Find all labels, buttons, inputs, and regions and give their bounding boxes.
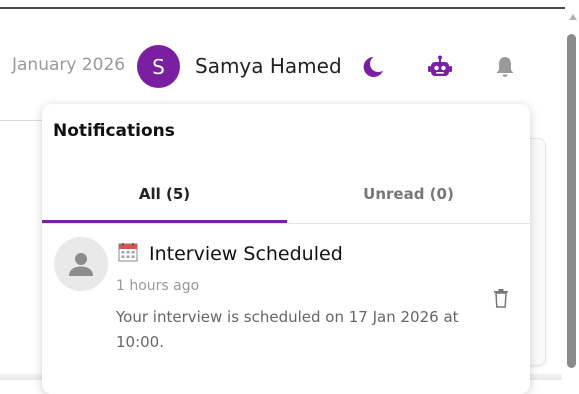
current-date: January 2026	[12, 55, 126, 75]
tab-all-label: All (5)	[138, 185, 191, 203]
notification-body: Your interview is scheduled on 17 Jan 20…	[116, 308, 459, 351]
calendar-icon	[118, 242, 138, 262]
scrollbar-thumb[interactable]	[567, 34, 576, 368]
top-border	[0, 7, 565, 9]
notifications-panel: Notifications All (5) Unread (0) Intervi…	[42, 104, 530, 394]
tabs-divider	[42, 223, 530, 224]
tab-unread[interactable]: Unread (0)	[287, 164, 530, 224]
page-divider	[0, 120, 45, 121]
person-icon	[69, 253, 93, 276]
user-name[interactable]: Samya Hamed	[195, 54, 342, 78]
user-avatar[interactable]: S	[137, 45, 180, 88]
tab-unread-label: Unread (0)	[363, 185, 454, 203]
robot-icon[interactable]	[425, 52, 455, 82]
avatar-initial: S	[152, 54, 165, 79]
notification-avatar	[54, 237, 108, 291]
panel-title: Notifications	[53, 121, 175, 141]
delete-icon[interactable]	[491, 287, 511, 309]
scroll-up-arrow[interactable]	[569, 14, 577, 20]
moon-icon[interactable]	[358, 52, 388, 82]
bell-icon[interactable]	[490, 52, 520, 82]
notification-title: Interview Scheduled	[149, 243, 343, 265]
tab-all[interactable]: All (5)	[42, 164, 287, 224]
notification-time: 1 hours ago	[116, 278, 200, 294]
